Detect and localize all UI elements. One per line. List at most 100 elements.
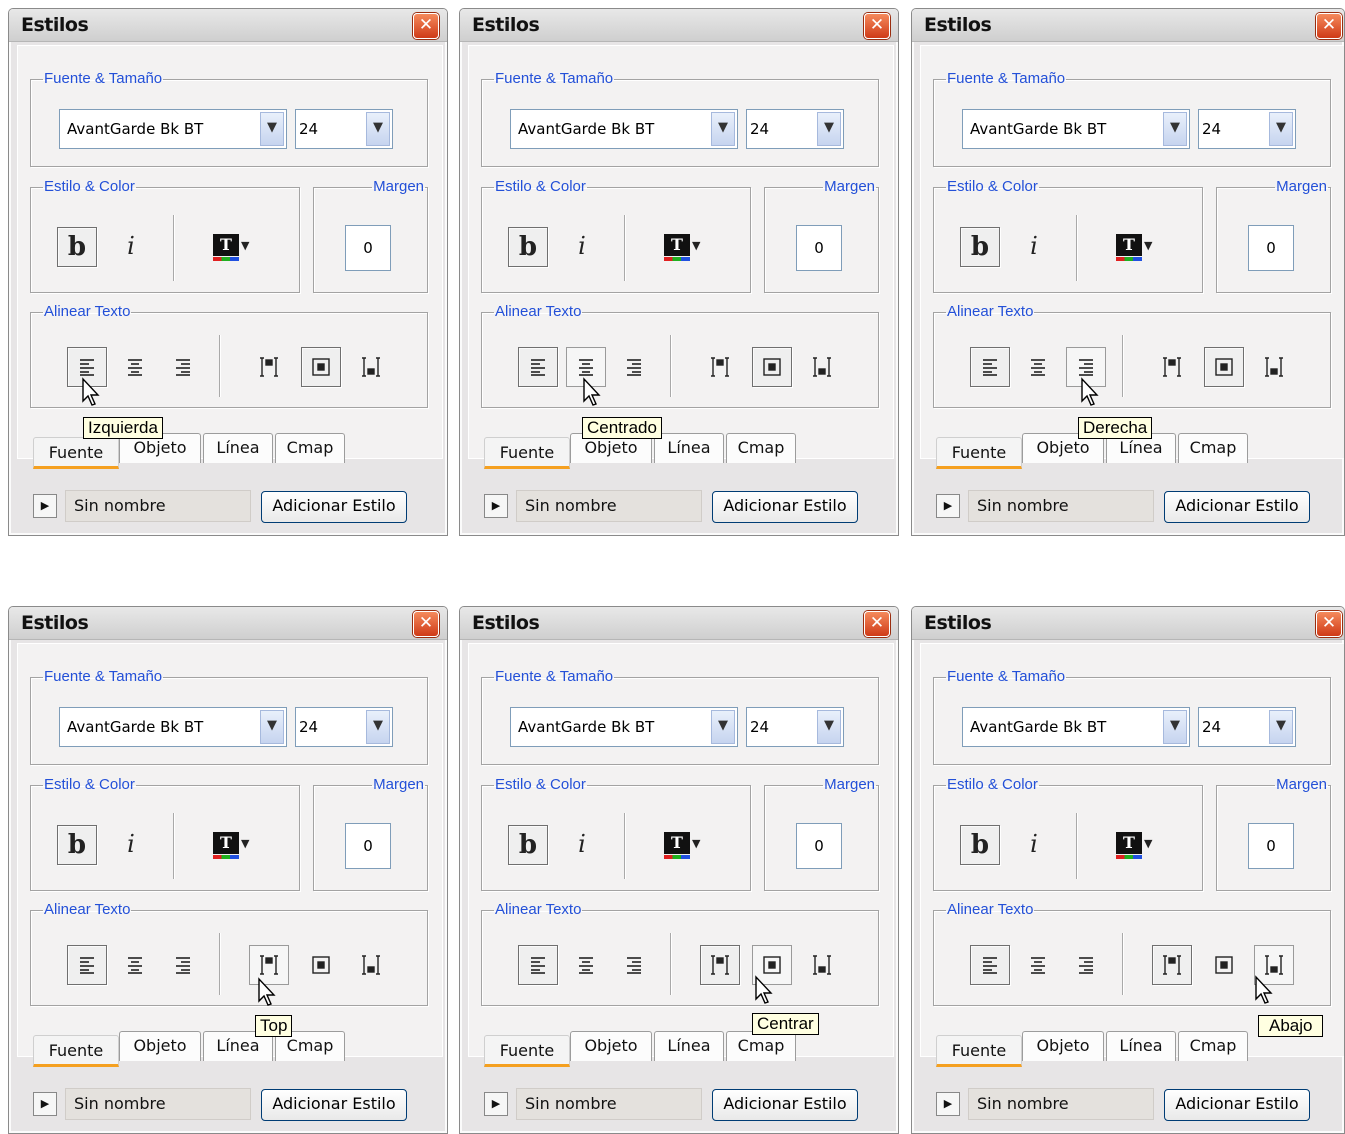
play-icon[interactable]: ▶ (936, 494, 960, 518)
italic-button[interactable]: i (111, 227, 151, 267)
close-icon[interactable]: ✕ (413, 611, 439, 637)
bold-button[interactable]: b (57, 825, 97, 865)
bold-button[interactable]: b (508, 825, 548, 865)
valign-middle-button[interactable] (301, 347, 341, 387)
align-left-button[interactable] (970, 347, 1010, 387)
valign-middle-button[interactable] (301, 945, 341, 985)
margin-input[interactable]: 0 (345, 823, 391, 869)
valign-middle-button[interactable] (1204, 945, 1244, 985)
align-right-button[interactable] (163, 945, 203, 985)
valign-bottom-button[interactable] (351, 347, 391, 387)
font-name-dropdown[interactable]: AvantGarde Bk BT ▼ (59, 109, 287, 149)
align-center-button[interactable] (115, 347, 155, 387)
italic-button[interactable]: i (111, 825, 151, 865)
bold-button[interactable]: b (960, 825, 1000, 865)
text-color-button[interactable]: T ▼ (209, 227, 253, 267)
play-icon[interactable]: ▶ (484, 494, 508, 518)
font-name-dropdown[interactable]: AvantGarde Bk BT ▼ (59, 707, 287, 747)
align-right-button[interactable] (1066, 945, 1106, 985)
tab-cmap[interactable]: Cmap (726, 433, 796, 463)
style-name-field[interactable]: Sin nombre (516, 1088, 702, 1120)
font-size-dropdown[interactable]: 24 ▼ (1198, 109, 1296, 149)
add-style-button[interactable]: Adicionar Estilo (261, 1089, 407, 1121)
font-name-dropdown[interactable]: AvantGarde Bk BT ▼ (962, 109, 1190, 149)
font-size-dropdown[interactable]: 24 ▼ (1198, 707, 1296, 747)
margin-input[interactable]: 0 (1248, 823, 1294, 869)
tab-cmap[interactable]: Cmap (275, 433, 345, 463)
align-center-button[interactable] (1018, 347, 1058, 387)
play-icon[interactable]: ▶ (33, 494, 57, 518)
chevron-down-icon[interactable]: ▼ (817, 710, 841, 744)
valign-top-button[interactable] (1152, 347, 1192, 387)
align-center-button[interactable] (566, 945, 606, 985)
valign-bottom-button[interactable] (1254, 347, 1294, 387)
valign-top-button[interactable] (700, 347, 740, 387)
italic-button[interactable]: i (1014, 825, 1054, 865)
text-color-button[interactable]: T ▼ (1112, 227, 1156, 267)
font-name-dropdown[interactable]: AvantGarde Bk BT ▼ (510, 109, 738, 149)
tab-fuente[interactable]: Fuente (936, 1035, 1022, 1067)
add-style-button[interactable]: Adicionar Estilo (1164, 1089, 1310, 1121)
font-name-dropdown[interactable]: AvantGarde Bk BT ▼ (962, 707, 1190, 747)
style-name-field[interactable]: Sin nombre (65, 1088, 251, 1120)
font-size-dropdown[interactable]: 24 ▼ (746, 707, 844, 747)
tab-fuente[interactable]: Fuente (33, 437, 119, 469)
chevron-down-icon[interactable]: ▼ (260, 112, 284, 146)
italic-button[interactable]: i (562, 227, 602, 267)
tab-fuente[interactable]: Fuente (33, 1035, 119, 1067)
font-size-dropdown[interactable]: 24 ▼ (295, 707, 393, 747)
close-icon[interactable]: ✕ (1316, 611, 1342, 637)
add-style-button[interactable]: Adicionar Estilo (1164, 491, 1310, 523)
tab-fuente[interactable]: Fuente (484, 1035, 570, 1067)
margin-input[interactable]: 0 (345, 225, 391, 271)
play-icon[interactable]: ▶ (936, 1092, 960, 1116)
add-style-button[interactable]: Adicionar Estilo (261, 491, 407, 523)
tab-linea[interactable]: Línea (654, 433, 724, 463)
bold-button[interactable]: b (508, 227, 548, 267)
align-right-button[interactable] (614, 945, 654, 985)
tab-cmap[interactable]: Cmap (1178, 1031, 1248, 1061)
chevron-down-icon[interactable]: ▼ (1269, 710, 1293, 744)
align-left-button[interactable] (970, 945, 1010, 985)
valign-bottom-button[interactable] (802, 347, 842, 387)
tab-linea[interactable]: Línea (1106, 1031, 1176, 1061)
close-icon[interactable]: ✕ (864, 13, 890, 39)
chevron-down-icon[interactable]: ▼ (817, 112, 841, 146)
add-style-button[interactable]: Adicionar Estilo (712, 491, 858, 523)
chevron-down-icon[interactable]: ▼ (711, 710, 735, 744)
italic-button[interactable]: i (1014, 227, 1054, 267)
italic-button[interactable]: i (562, 825, 602, 865)
text-color-button[interactable]: T ▼ (660, 825, 704, 865)
align-right-button[interactable] (163, 347, 203, 387)
align-right-button[interactable] (614, 347, 654, 387)
valign-bottom-button[interactable] (351, 945, 391, 985)
tab-fuente[interactable]: Fuente (936, 437, 1022, 469)
valign-bottom-button[interactable] (802, 945, 842, 985)
chevron-down-icon[interactable]: ▼ (711, 112, 735, 146)
close-icon[interactable]: ✕ (1316, 13, 1342, 39)
tab-linea[interactable]: Línea (203, 433, 273, 463)
chevron-down-icon[interactable]: ▼ (1163, 112, 1187, 146)
bold-button[interactable]: b (960, 227, 1000, 267)
valign-middle-button[interactable] (1204, 347, 1244, 387)
margin-input[interactable]: 0 (1248, 225, 1294, 271)
chevron-down-icon[interactable]: ▼ (260, 710, 284, 744)
valign-middle-button[interactable] (752, 347, 792, 387)
bold-button[interactable]: b (57, 227, 97, 267)
close-icon[interactable]: ✕ (864, 611, 890, 637)
add-style-button[interactable]: Adicionar Estilo (712, 1089, 858, 1121)
style-name-field[interactable]: Sin nombre (516, 490, 702, 522)
chevron-down-icon[interactable]: ▼ (366, 112, 390, 146)
chevron-down-icon[interactable]: ▼ (1269, 112, 1293, 146)
style-name-field[interactable]: Sin nombre (968, 1088, 1154, 1120)
margin-input[interactable]: 0 (796, 225, 842, 271)
style-name-field[interactable]: Sin nombre (65, 490, 251, 522)
tab-objeto[interactable]: Objeto (1022, 1031, 1104, 1061)
valign-top-button[interactable] (700, 945, 740, 985)
text-color-button[interactable]: T ▼ (1112, 825, 1156, 865)
chevron-down-icon[interactable]: ▼ (366, 710, 390, 744)
close-icon[interactable]: ✕ (413, 13, 439, 39)
tab-linea[interactable]: Línea (654, 1031, 724, 1061)
align-left-button[interactable] (67, 945, 107, 985)
align-center-button[interactable] (115, 945, 155, 985)
